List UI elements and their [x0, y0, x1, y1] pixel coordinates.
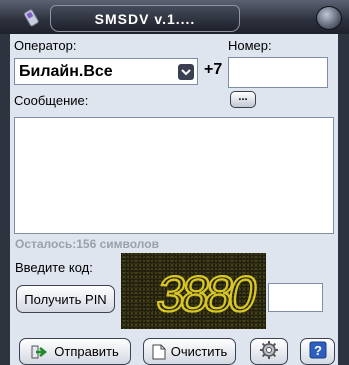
gear-icon [259, 340, 279, 363]
clear-label: Очистить [170, 344, 228, 359]
operator-label: Оператор: [14, 38, 77, 53]
operator-select[interactable]: Билайн.Все [14, 58, 198, 85]
captcha-label: Введите код: [15, 260, 93, 275]
number-label: Номер: [228, 38, 272, 53]
send-arrow-icon [31, 344, 49, 360]
document-icon [152, 344, 166, 360]
help-button[interactable]: ? [300, 338, 335, 365]
window-title: SMSDV v.1.... [50, 5, 240, 32]
captcha-image: 3880 [121, 253, 266, 329]
captcha-digits: 3880 [153, 265, 261, 322]
send-button[interactable]: Отправить [19, 338, 131, 365]
remaining-chars-text: Осталось:156 символов [15, 237, 159, 251]
get-pin-label: Получить PIN [24, 291, 107, 307]
help-icon: ? [309, 341, 327, 362]
svg-text:?: ? [314, 343, 322, 358]
settings-button[interactable] [250, 338, 288, 365]
message-textarea[interactable] [14, 117, 334, 234]
get-pin-button[interactable]: Получить PIN [16, 285, 115, 313]
number-prefix: +7 [204, 61, 223, 78]
captcha-code-field[interactable] [268, 283, 323, 312]
message-options-button[interactable]: ... [230, 91, 256, 108]
clear-button[interactable]: Очистить [143, 338, 236, 365]
close-icon[interactable] [316, 6, 342, 30]
title-bar[interactable]: SMSDV v.1.... [0, 0, 349, 34]
message-label: Сообщение: [14, 93, 89, 108]
send-label: Отправить [54, 344, 119, 359]
phone-number-field[interactable] [228, 57, 328, 88]
chevron-down-icon[interactable] [178, 64, 194, 80]
operator-selected-value: Билайн.Все [19, 63, 113, 80]
phone-icon [22, 8, 42, 28]
